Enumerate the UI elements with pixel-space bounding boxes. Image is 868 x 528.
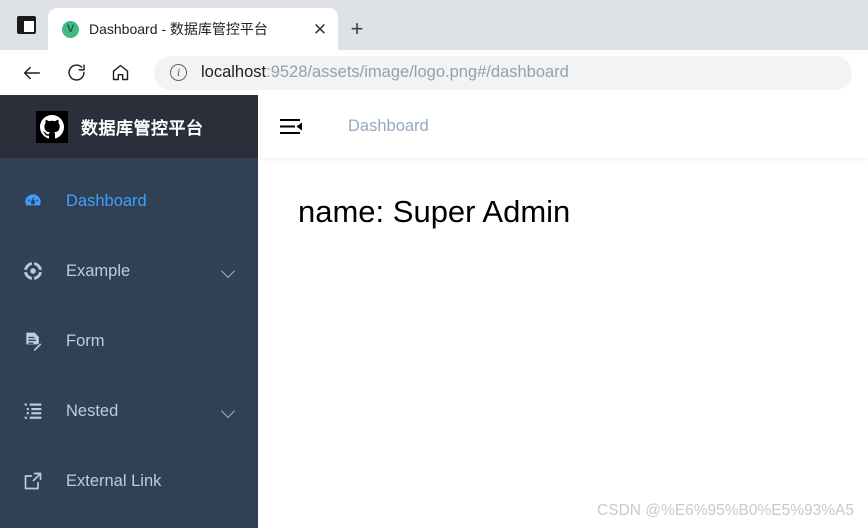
hamburger-collapse-icon[interactable] [280,116,306,138]
browser-toolbar: i localhost:9528/assets/image/logo.png#/… [0,50,868,95]
octocat-glyph [40,114,64,138]
url-host: localhost [201,63,267,81]
chevron-down-icon [222,404,236,418]
back-button[interactable] [12,55,52,91]
main-area: Dashboard name: Super Admin CSDN @%E6%95… [258,95,868,528]
home-icon [112,64,128,81]
page-viewport: 数据库管控平台 Dashboard Example Form Nested Ex… [0,95,868,528]
page-title: name: Super Admin [298,194,571,229]
browser-tab-dashboard[interactable]: V Dashboard - 数据库管控平台 ✕ [48,8,338,50]
github-octocat-icon [36,110,68,143]
browser-tabstrip: V Dashboard - 数据库管控平台 ✕ + [0,0,868,50]
sidebar-item-label: External Link [66,471,162,490]
sidebar-item-form[interactable]: Form [0,306,258,376]
tab-manager-icon [16,16,36,34]
breadcrumb[interactable]: Dashboard [348,117,429,136]
chevron-down-icon [222,264,236,278]
sidebar-logo-title: 数据库管控平台 [81,119,204,138]
reload-button[interactable] [56,55,96,91]
browser-window: V Dashboard - 数据库管控平台 ✕ + i localhost:95… [0,0,868,528]
form-document-icon [22,330,44,352]
nested-tree-icon [22,400,44,422]
csdn-watermark: CSDN @%E6%95%B0%E5%93%A5 [597,502,854,519]
sidebar-item-example[interactable]: Example [0,236,258,306]
sidebar-item-label: Nested [66,401,119,420]
close-icon[interactable]: ✕ [308,17,332,41]
reload-icon [67,64,85,81]
new-tab-button[interactable]: + [338,8,376,50]
url-path: :9528/assets/image/logo.png#/dashboard [266,63,569,81]
lifebuoy-component-icon [22,260,44,282]
external-link-icon [22,470,44,492]
home-button[interactable] [100,55,140,91]
dashboard-gauge-icon [22,190,44,212]
sidebar-item-dashboard[interactable]: Dashboard [0,166,258,236]
tab-title: Dashboard - 数据库管控平台 [89,21,268,37]
navbar: Dashboard [258,95,868,158]
site-info-icon[interactable]: i [170,64,187,81]
tab-manager-button[interactable] [4,0,48,50]
sidebar-item-label: Form [66,331,105,350]
content-area: name: Super Admin CSDN @%E6%95%B0%E5%93%… [258,158,868,528]
sidebar-logo[interactable]: 数据库管控平台 [0,95,258,158]
favicon-letter: V [66,22,75,35]
vue-favicon: V [62,20,79,38]
sidebar-item-label: Dashboard [66,191,147,210]
sidebar-item-label: Example [66,261,131,280]
sidebar-item-nested[interactable]: Nested [0,376,258,446]
sidebar-menu: Dashboard Example Form Nested External L… [0,158,258,516]
sidebar-item-external-link[interactable]: External Link [0,446,258,516]
url-text: localhost:9528/assets/image/logo.png#/da… [201,63,569,82]
back-arrow-icon [23,66,41,79]
address-bar[interactable]: i localhost:9528/assets/image/logo.png#/… [154,55,852,90]
sidebar: 数据库管控平台 Dashboard Example Form Nested Ex… [0,95,258,528]
